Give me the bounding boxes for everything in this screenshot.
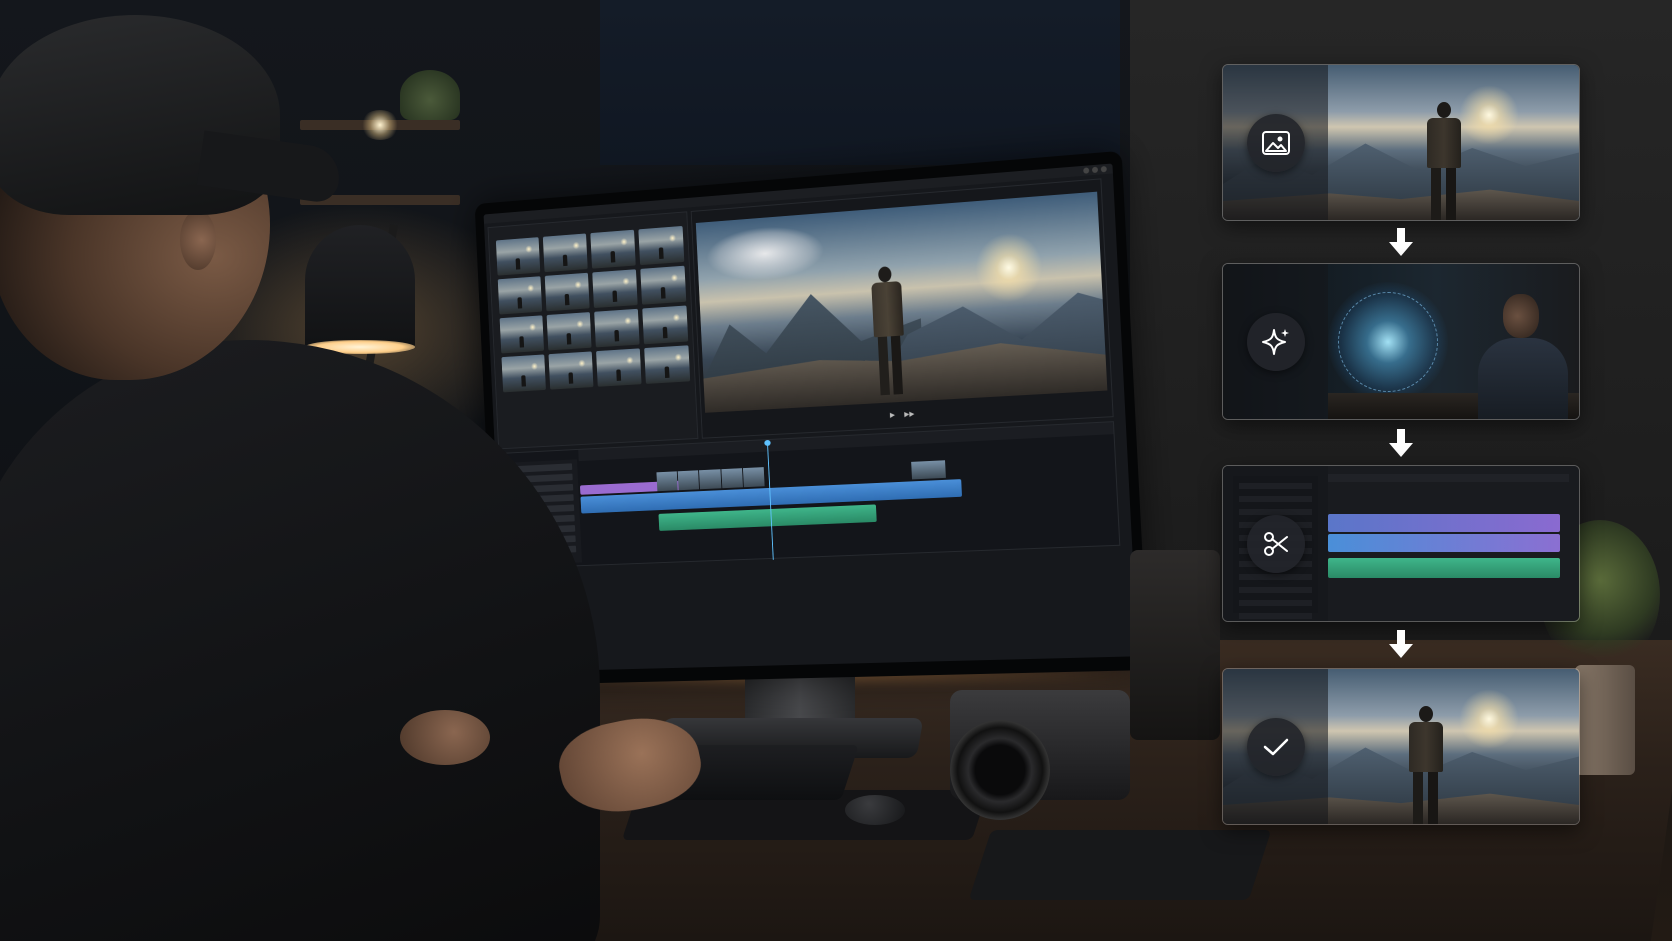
media-thumbnail[interactable]	[640, 265, 687, 305]
media-thumbnail[interactable]	[544, 272, 590, 312]
media-thumbnail[interactable]	[638, 225, 685, 266]
preview-panel[interactable]: ▶ ▶▶	[690, 178, 1114, 439]
workflow-step-export	[1222, 668, 1580, 825]
media-thumbnail[interactable]	[546, 312, 592, 351]
media-thumbnail[interactable]	[542, 233, 588, 273]
sun	[973, 230, 1045, 305]
media-thumbnail[interactable]	[501, 354, 546, 393]
workflow-steps	[1222, 64, 1580, 830]
person-ear	[180, 210, 216, 270]
desk-lamp	[305, 225, 415, 350]
neural-network-glow	[1328, 282, 1448, 402]
person-hand	[400, 710, 490, 765]
step-forward-button[interactable]: ▶▶	[904, 410, 914, 418]
workflow-step-ai-enhance	[1222, 263, 1580, 420]
down-arrow-icon	[1389, 228, 1413, 258]
media-thumbnail[interactable]	[499, 315, 545, 354]
person-at-computer	[1468, 294, 1568, 419]
video-clip[interactable]	[911, 460, 946, 480]
media-thumbnail[interactable]	[642, 305, 689, 345]
hiker-figure	[867, 265, 911, 403]
video-clip-thumbnails[interactable]	[656, 467, 765, 492]
play-button[interactable]: ▶	[890, 411, 895, 419]
shelf-light	[360, 110, 400, 140]
workflow-step-edit	[1222, 465, 1580, 622]
window	[600, 0, 1120, 165]
media-bin-panel[interactable]	[487, 211, 699, 450]
media-thumbnail[interactable]	[644, 345, 691, 384]
sparkle-icon	[1247, 312, 1305, 371]
checkmark-icon	[1247, 717, 1305, 776]
photo-scene: ▶ ▶▶	[0, 0, 1672, 941]
notebook	[968, 830, 1272, 900]
media-thumbnail-grid[interactable]	[495, 225, 691, 393]
media-thumbnail[interactable]	[497, 276, 543, 315]
window-controls[interactable]	[1083, 165, 1107, 174]
media-thumbnail[interactable]	[495, 237, 541, 276]
media-thumbnail[interactable]	[592, 269, 638, 309]
down-arrow-icon	[1389, 429, 1413, 459]
shelf-plant	[400, 70, 460, 120]
hiker-figure	[1421, 102, 1467, 220]
plant-pot	[1575, 665, 1635, 775]
down-arrow-icon	[1389, 630, 1413, 660]
mouse	[845, 795, 905, 825]
scissors-icon	[1247, 514, 1305, 573]
image-icon	[1247, 113, 1305, 172]
media-thumbnail[interactable]	[548, 351, 594, 390]
workflow-step-import	[1222, 64, 1580, 221]
hiker-figure	[1403, 706, 1449, 824]
media-thumbnail[interactable]	[596, 348, 642, 387]
camera-lens	[950, 720, 1050, 820]
media-thumbnail[interactable]	[594, 308, 640, 348]
speaker	[1130, 550, 1220, 740]
preview-frame	[695, 191, 1108, 413]
cloud	[705, 222, 826, 285]
media-thumbnail[interactable]	[590, 229, 636, 269]
